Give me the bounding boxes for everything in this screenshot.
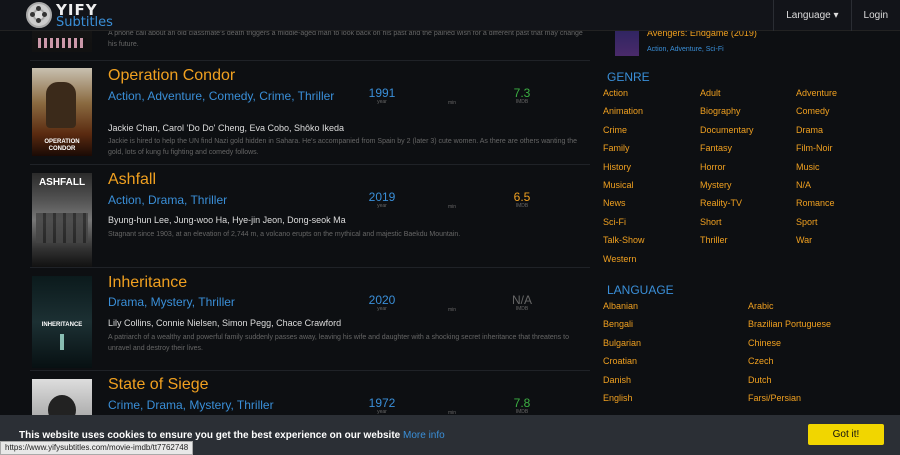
movie-title[interactable]: State of Siege xyxy=(108,376,209,394)
movie-imdb-rating: 7.8 IMDB xyxy=(513,396,531,415)
language-dropdown[interactable]: Language ▾ xyxy=(773,0,850,31)
site-header: YIFY Subtitles Language ▾ Login xyxy=(0,0,900,31)
language-link[interactable]: English xyxy=(603,393,633,403)
genre-link[interactable]: Crime xyxy=(603,125,627,135)
language-heading: LANGUAGE xyxy=(607,283,674,297)
language-link[interactable]: Albanian xyxy=(603,301,638,311)
movie-year: 1972 year xyxy=(368,396,396,415)
language-link[interactable]: Bulgarian xyxy=(603,338,641,348)
genre-link[interactable]: Talk-Show xyxy=(603,235,645,245)
movie-year: 1991 year xyxy=(368,86,396,105)
logo-text-subtitles: Subtitles xyxy=(56,15,113,30)
movie-title[interactable]: Inheritance xyxy=(108,274,187,292)
movie-item[interactable]: ASHFALL Ashfall Action, Drama, Thriller … xyxy=(30,165,590,268)
movie-runtime: min xyxy=(447,204,457,210)
genre-link[interactable]: Animation xyxy=(603,106,643,116)
genre-link[interactable]: Short xyxy=(700,217,722,227)
site-logo[interactable]: YIFY Subtitles xyxy=(26,1,126,30)
login-link[interactable]: Login xyxy=(850,0,900,31)
movie-title[interactable]: Ashfall xyxy=(108,171,156,189)
movie-item[interactable]: OPERATION CONDOR Operation Condor Action… xyxy=(30,61,590,165)
movie-description: Jackie is hired to help the UN find Nazi… xyxy=(108,138,578,156)
genre-link[interactable]: Film-Noir xyxy=(796,143,833,153)
genre-link[interactable]: Sci-Fi xyxy=(603,217,626,227)
cookie-more-info-link[interactable]: More info xyxy=(403,430,445,441)
language-link[interactable]: Chinese xyxy=(748,338,781,348)
genre-heading: GENRE xyxy=(607,70,650,84)
genre-link[interactable]: Family xyxy=(603,143,630,153)
movie-cast: Lily Collins, Connie Nielsen, Simon Pegg… xyxy=(108,318,342,328)
movie-year: 2020 year xyxy=(368,293,396,312)
movie-poster[interactable]: ASHFALL xyxy=(32,173,92,267)
movie-title[interactable]: Operation Condor xyxy=(108,67,235,85)
genre-link[interactable]: Thriller xyxy=(700,235,728,245)
genre-link[interactable]: Mystery xyxy=(700,180,732,190)
genre-link[interactable]: Drama xyxy=(796,125,823,135)
film-reel-icon xyxy=(26,2,52,28)
movie-genres: Drama, Mystery, Thriller xyxy=(108,295,235,309)
movie-runtime: min xyxy=(447,307,457,313)
movie-description: Stagnant since 1903, at an elevation of … xyxy=(108,231,461,238)
movie-imdb-rating: 6.5 IMDB xyxy=(513,190,531,209)
genre-link[interactable]: Documentary xyxy=(700,125,754,135)
genre-link[interactable]: N/A xyxy=(796,180,811,190)
language-link[interactable]: Bengali xyxy=(603,319,633,329)
movie-imdb-rating: 7.3 IMDB xyxy=(513,86,531,105)
language-link[interactable]: Czech xyxy=(748,356,774,366)
genre-link[interactable]: Sport xyxy=(796,217,818,227)
movie-cast: Byung-hun Lee, Jung-woo Ha, Hye-jin Jeon… xyxy=(108,215,346,225)
cookie-message: This website uses cookies to ensure you … xyxy=(19,430,445,441)
movie-imdb-rating: N/A IMDB xyxy=(511,293,532,312)
genre-link[interactable]: Western xyxy=(603,254,636,264)
movie-genres: Crime, Drama, Mystery, Thriller xyxy=(108,398,274,412)
language-link[interactable]: Farsi/Persian xyxy=(748,393,801,403)
genre-link[interactable]: History xyxy=(603,162,631,172)
movie-description: A patriarch of a wealthy and powerful fa… xyxy=(108,334,569,352)
genre-link[interactable]: Reality-TV xyxy=(700,198,742,208)
genre-link[interactable]: Biography xyxy=(700,106,741,116)
movie-item[interactable]: INHERITANCE Inheritance Drama, Mystery, … xyxy=(30,268,590,371)
language-link[interactable]: Arabic xyxy=(748,301,774,311)
movie-poster[interactable]: OPERATION CONDOR xyxy=(32,68,92,156)
genre-link[interactable]: War xyxy=(796,235,812,245)
genre-link[interactable]: Adventure xyxy=(796,88,837,98)
status-bar-url: https://www.yifysubtitles.com/movie-imdb… xyxy=(0,441,194,455)
sidebar: Avengers: Endgame (2019) Action, Adventu… xyxy=(597,0,900,455)
genre-link[interactable]: Adult xyxy=(700,88,721,98)
language-link[interactable]: Croatian xyxy=(603,356,637,366)
featured-movie-genres: Action, Adventure, Sci-Fi xyxy=(647,46,724,53)
genre-link[interactable]: News xyxy=(603,198,626,208)
language-link[interactable]: Danish xyxy=(603,375,631,385)
genre-link[interactable]: Action xyxy=(603,88,628,98)
genre-link[interactable]: Comedy xyxy=(796,106,830,116)
movie-description: A phone call about an old classmate's de… xyxy=(108,30,583,48)
movie-runtime: min xyxy=(447,100,457,106)
movie-genres: Action, Drama, Thriller xyxy=(108,193,228,207)
genre-link[interactable]: Fantasy xyxy=(700,143,732,153)
movie-year: 2019 year xyxy=(368,190,396,209)
movie-list: A phone call about an old classmate's de… xyxy=(30,0,590,455)
top-nav: Language ▾ Login xyxy=(773,0,900,31)
language-link[interactable]: Brazilian Portuguese xyxy=(748,319,831,329)
movie-runtime: min xyxy=(447,410,457,416)
cookie-accept-button[interactable]: Got it! xyxy=(808,424,884,445)
movie-poster[interactable]: INHERITANCE xyxy=(32,276,92,368)
movie-genres: Action, Adventure, Comedy, Crime, Thrill… xyxy=(108,89,335,103)
movie-cast: Jackie Chan, Carol 'Do Do' Cheng, Eva Co… xyxy=(108,123,345,133)
genre-link[interactable]: Music xyxy=(796,162,820,172)
genre-link[interactable]: Musical xyxy=(603,180,634,190)
genre-link[interactable]: Horror xyxy=(700,162,726,172)
language-link[interactable]: Dutch xyxy=(748,375,772,385)
genre-link[interactable]: Romance xyxy=(796,198,835,208)
